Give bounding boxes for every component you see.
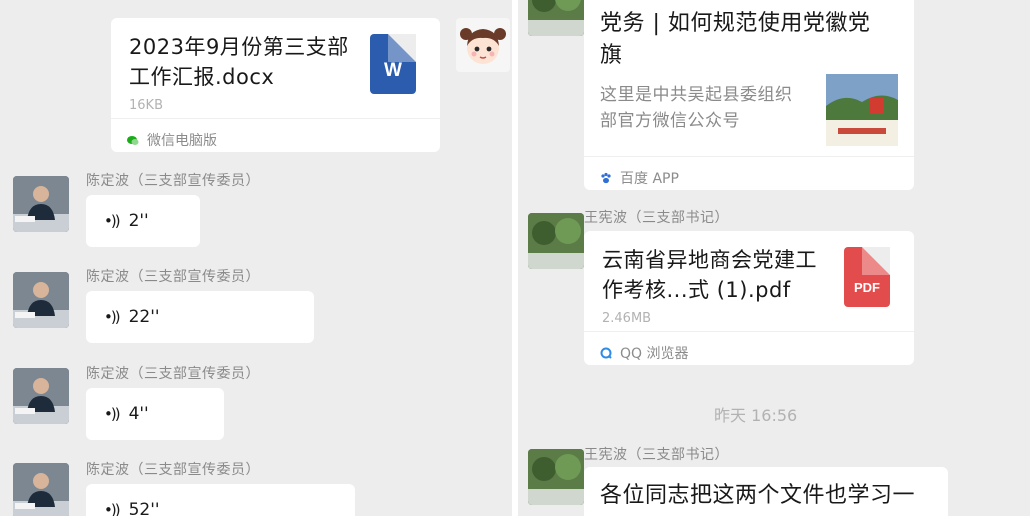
- file-source: QQ 浏览器: [584, 331, 914, 365]
- cartoon-girl-avatar-image: [460, 28, 506, 64]
- portrait-photo-avatar: [13, 368, 69, 424]
- file-message-docx[interactable]: 2023年9月份第三支部工作汇报.docx 16KB W 微信电脑版: [111, 18, 440, 152]
- file-icon-fold: [862, 247, 890, 275]
- voice-duration: 52'': [128, 500, 160, 516]
- file-size: 2.46MB: [602, 311, 652, 326]
- link-source: 百度 APP: [584, 156, 914, 190]
- link-thumbnail: [826, 74, 898, 146]
- file-name: 云南省异地商会党建工作考核...式 (1).pdf: [602, 248, 817, 302]
- sender-avatar[interactable]: [13, 463, 69, 516]
- voice-message[interactable]: •)) 22'': [86, 291, 314, 343]
- text-message[interactable]: 各位同志把这两个文件也学习一: [584, 467, 948, 516]
- sender-name: 陈定波（三支部宣传委员）: [86, 462, 260, 478]
- thumbnail-image: [826, 74, 898, 146]
- link-card-message[interactable]: 党务 | 如何规范使用党徽党旗 这里是中共吴起县委组织部官方微信公众号 百度 A…: [584, 0, 914, 190]
- sender-avatar[interactable]: [13, 368, 69, 424]
- file-type-glyph: PDF: [854, 280, 880, 295]
- sender-name: 陈定波（三支部宣传委员）: [86, 366, 260, 382]
- sender-avatar[interactable]: [528, 213, 584, 269]
- source-app-label: 微信电脑版: [147, 133, 217, 149]
- file-icon-fold: [388, 34, 416, 62]
- sender-name: 陈定波（三支部宣传委员）: [86, 173, 260, 189]
- voice-wave-icon: •)): [104, 308, 121, 326]
- sender-avatar[interactable]: [13, 176, 69, 232]
- portrait-photo-avatar: [13, 463, 69, 516]
- voice-duration: 2'': [128, 211, 149, 231]
- qq-browser-icon: [600, 347, 612, 359]
- landscape-photo-avatar: [528, 213, 584, 269]
- link-title: 党务 | 如何规范使用党徽党旗: [600, 11, 871, 68]
- voice-message[interactable]: •)) 4'': [86, 388, 224, 440]
- file-name: 2023年9月份第三支部工作汇报.docx: [129, 35, 349, 89]
- pdf-file-icon: PDF: [844, 247, 890, 307]
- sender-name: 王宪波（三支部书记）: [584, 210, 729, 226]
- portrait-photo-avatar: [13, 272, 69, 328]
- sender-avatar[interactable]: [528, 0, 584, 36]
- self-avatar[interactable]: [456, 18, 510, 72]
- file-message-pdf[interactable]: 云南省异地商会党建工作考核...式 (1).pdf 2.46MB PDF QQ …: [584, 231, 914, 365]
- file-size: 16KB: [129, 98, 163, 113]
- voice-wave-icon: •)): [104, 405, 121, 423]
- baidu-paw-icon: [600, 172, 612, 184]
- sender-avatar[interactable]: [13, 272, 69, 328]
- sender-name: 陈定波（三支部宣传委员）: [86, 269, 260, 285]
- portrait-photo-avatar: [13, 176, 69, 232]
- voice-message[interactable]: •)) 52'': [86, 484, 355, 516]
- source-app-label: QQ 浏览器: [620, 346, 689, 362]
- wechat-icon: [127, 134, 139, 146]
- chat-panel-right: 党务 | 如何规范使用党徽党旗 这里是中共吴起县委组织部官方微信公众号 百度 A…: [518, 0, 1030, 516]
- sender-avatar[interactable]: [528, 449, 584, 505]
- voice-message[interactable]: •)) 2'': [86, 195, 200, 247]
- word-file-icon: W: [370, 34, 416, 94]
- landscape-photo-avatar: [528, 449, 584, 505]
- voice-duration: 4'': [128, 404, 149, 424]
- chat-panel-left: 2023年9月份第三支部工作汇报.docx 16KB W 微信电脑版 陈定波（三…: [0, 0, 512, 516]
- link-description: 这里是中共吴起县委组织部官方微信公众号: [600, 85, 793, 131]
- sender-name: 王宪波（三支部书记）: [584, 447, 729, 463]
- voice-wave-icon: •)): [104, 501, 121, 516]
- file-type-glyph: W: [384, 60, 402, 81]
- source-app-label: 百度 APP: [620, 171, 679, 187]
- file-source: 微信电脑版: [111, 118, 440, 152]
- landscape-photo-avatar: [528, 0, 584, 36]
- voice-duration: 22'': [128, 307, 160, 327]
- chat-timestamp: 昨天 16:56: [714, 406, 798, 425]
- voice-wave-icon: •)): [104, 212, 121, 230]
